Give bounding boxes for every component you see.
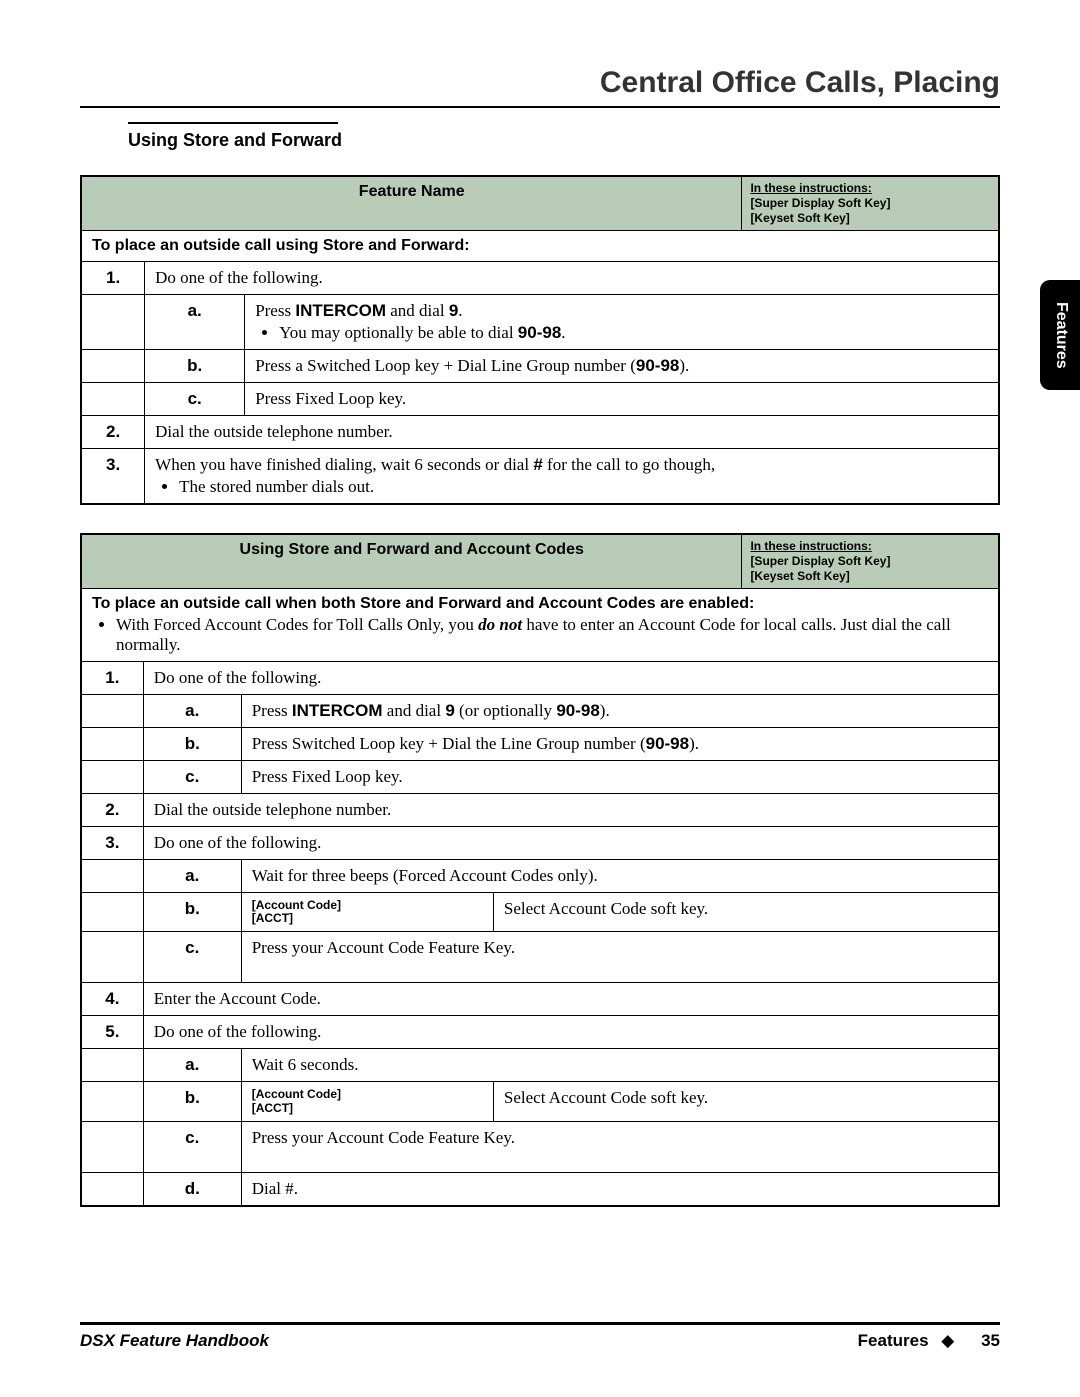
empty-cell <box>81 932 143 983</box>
page: Central Office Calls, Placing Using Stor… <box>0 0 1080 1397</box>
substep-text: Press INTERCOM and dial 9 (or optionally… <box>241 695 999 728</box>
step-num: 1. <box>81 662 143 695</box>
step-num: 3. <box>81 827 143 860</box>
substep-text: Press your Account Code Feature Key. <box>241 932 999 983</box>
page-title: Central Office Calls, Placing <box>80 66 1000 100</box>
substep-text: Select Account Code soft key. <box>493 1082 999 1121</box>
empty-cell <box>81 860 143 893</box>
side-tab-features: Features <box>1040 280 1080 390</box>
empty-cell <box>81 728 143 761</box>
table2-section-head: To place an outside call when both Store… <box>81 589 999 662</box>
empty-cell <box>81 893 143 932</box>
table2-title: Using Store and Forward and Account Code… <box>81 534 742 589</box>
table1-title: Feature Name <box>81 176 742 231</box>
substep-label: b. <box>143 1082 241 1121</box>
softkey-labels: [Account Code][ACCT] <box>241 1082 493 1121</box>
instr-line2: [Super Display Soft Key] <box>750 196 890 211</box>
substep-text: Wait 6 seconds. <box>241 1049 999 1082</box>
empty-cell <box>81 1049 143 1082</box>
instructions-box: In these instructions: [Super Display So… <box>742 176 999 231</box>
step-num: 5. <box>81 1016 143 1049</box>
substep-text: Select Account Code soft key. <box>493 893 999 932</box>
substep-label: a. <box>143 695 241 728</box>
bullet: You may optionally be able to dial 90-98… <box>279 323 988 343</box>
feature-table-1: Feature Name In these instructions: [Sup… <box>80 175 1000 505</box>
substep-label: b. <box>143 893 241 932</box>
instr-line3: [Keyset Soft Key] <box>750 211 849 226</box>
step-text: Dial the outside telephone number. <box>145 416 999 449</box>
footer-right: Features ◆ 35 <box>858 1331 1000 1351</box>
instr-line1: In these instructions: <box>750 539 871 553</box>
feature-table-2: Using Store and Forward and Account Code… <box>80 533 1000 1207</box>
page-footer: DSX Feature Handbook Features ◆ 35 <box>80 1322 1000 1351</box>
step-text: Do one of the following. <box>143 1016 999 1049</box>
substep-text: Press INTERCOM and dial 9. You may optio… <box>245 295 999 350</box>
empty-cell <box>81 1121 143 1172</box>
instructions-box: In these instructions: [Super Display So… <box>742 534 999 589</box>
empty-cell <box>81 1172 143 1206</box>
step-num: 2. <box>81 794 143 827</box>
empty-cell <box>81 1082 143 1121</box>
step-num: 3. <box>81 449 145 505</box>
section-bullet: With Forced Account Codes for Toll Calls… <box>116 615 988 655</box>
substep-label: c. <box>143 1121 241 1172</box>
page-number: 35 <box>981 1331 1000 1350</box>
substep-label: b. <box>143 728 241 761</box>
step-text: When you have finished dialing, wait 6 s… <box>145 449 999 505</box>
substep-label: c. <box>143 761 241 794</box>
empty-cell <box>81 295 145 350</box>
substep-text: Press your Account Code Feature Key. <box>241 1121 999 1172</box>
table1-section-head: To place an outside call using Store and… <box>81 231 999 262</box>
substep-text: Press Fixed Loop key. <box>245 383 999 416</box>
section-subtitle: Using Store and Forward <box>128 130 1000 151</box>
substep-text: Press a Switched Loop key + Dial Line Gr… <box>245 350 999 383</box>
substep-text: Press Fixed Loop key. <box>241 761 999 794</box>
bullet: The stored number dials out. <box>179 477 988 497</box>
empty-cell <box>81 383 145 416</box>
substep-label: c. <box>143 932 241 983</box>
title-rule <box>80 106 1000 108</box>
diamond-icon: ◆ <box>941 1331 954 1350</box>
substep-label: d. <box>143 1172 241 1206</box>
substep-text: Wait for three beeps (Forced Account Cod… <box>241 860 999 893</box>
instr-line2: [Super Display Soft Key] <box>750 554 890 569</box>
softkey-labels: [Account Code][ACCT] <box>241 893 493 932</box>
footer-rule <box>80 1322 1000 1325</box>
empty-cell <box>81 695 143 728</box>
empty-cell <box>81 761 143 794</box>
step-num: 1. <box>81 262 145 295</box>
footer-left: DSX Feature Handbook <box>80 1331 269 1351</box>
step-text: Dial the outside telephone number. <box>143 794 999 827</box>
substep-text: Press Switched Loop key + Dial the Line … <box>241 728 999 761</box>
substep-label: a. <box>145 295 245 350</box>
empty-cell <box>81 350 145 383</box>
subtitle-rule <box>128 122 338 124</box>
step-text: Do one of the following. <box>143 662 999 695</box>
substep-label: a. <box>143 1049 241 1082</box>
step-num: 2. <box>81 416 145 449</box>
substep-label: c. <box>145 383 245 416</box>
step-text: Enter the Account Code. <box>143 983 999 1016</box>
instr-line1: In these instructions: <box>750 181 871 195</box>
step-text: Do one of the following. <box>145 262 999 295</box>
step-text: Do one of the following. <box>143 827 999 860</box>
step-num: 4. <box>81 983 143 1016</box>
substep-label: a. <box>143 860 241 893</box>
substep-label: b. <box>145 350 245 383</box>
substep-text: Dial #. <box>241 1172 999 1206</box>
footer-section: Features <box>858 1331 929 1350</box>
instr-line3: [Keyset Soft Key] <box>750 569 849 584</box>
